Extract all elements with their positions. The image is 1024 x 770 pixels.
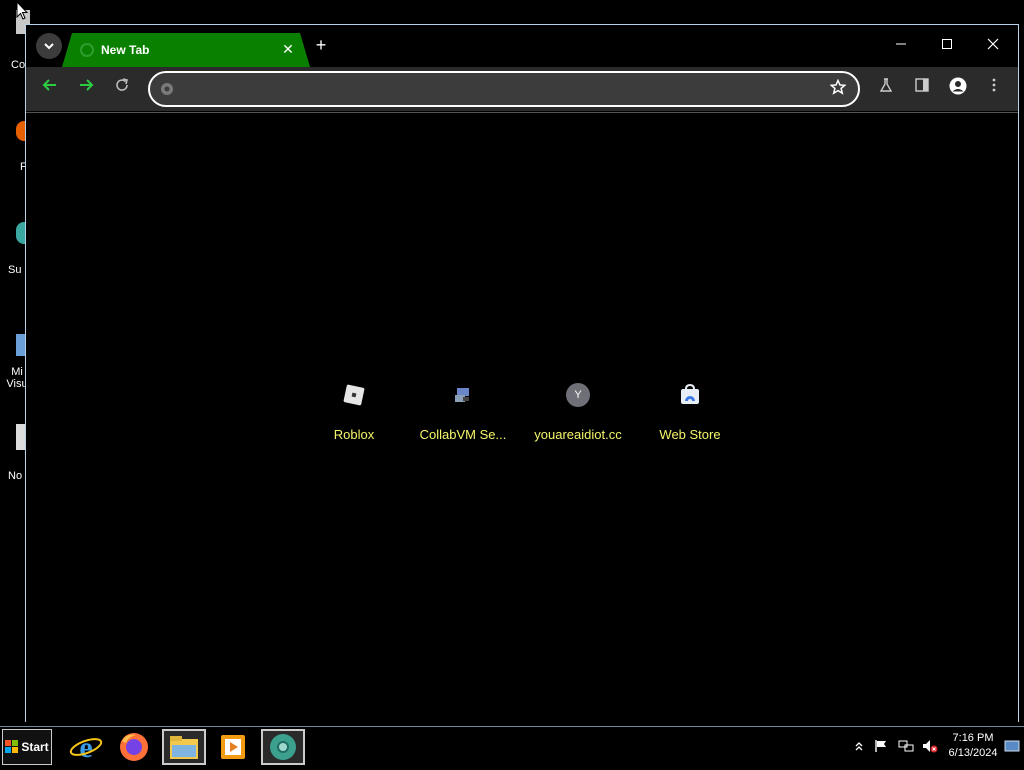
maximize-button[interactable] xyxy=(924,33,970,59)
chrome-favicon-icon xyxy=(80,43,94,57)
side-panel-icon xyxy=(915,78,929,92)
star-icon xyxy=(829,78,847,95)
close-icon: ✕ xyxy=(282,41,294,57)
taskbar-clock[interactable]: 7:16 PM 6/13/2024 xyxy=(942,731,1004,761)
taskbar-media-player[interactable] xyxy=(211,729,255,765)
shortcut-web-store[interactable]: Web Store xyxy=(640,373,740,453)
labs-button[interactable] xyxy=(874,77,898,101)
minimize-icon xyxy=(896,43,906,45)
arrow-left-icon xyxy=(42,79,56,91)
profile-button[interactable] xyxy=(946,77,970,101)
shortcut-label: CollabVM Se... xyxy=(419,427,507,442)
maximize-icon xyxy=(942,39,952,49)
media-player-icon xyxy=(221,735,245,759)
side-panel-button[interactable] xyxy=(910,77,934,101)
avatar-icon xyxy=(949,77,967,95)
internet-explorer-icon: e xyxy=(69,731,103,764)
letter-avatar-icon: Y xyxy=(566,383,590,407)
shortcut-youareaidiot[interactable]: Y youareaidiot.cc xyxy=(528,373,628,453)
shortcut-collabvm[interactable]: CollabVM Se... xyxy=(413,373,513,453)
kebab-menu-icon xyxy=(992,78,996,92)
chrome-logo-icon xyxy=(161,83,173,95)
menu-button[interactable] xyxy=(982,77,1006,101)
tab-search-button[interactable] xyxy=(36,33,62,59)
start-label: Start xyxy=(21,740,49,754)
shortcut-roblox[interactable]: Roblox xyxy=(304,373,404,453)
network-icon[interactable] xyxy=(898,739,914,753)
taskbar-internet-explorer[interactable]: e xyxy=(64,729,108,765)
firefox-icon xyxy=(120,733,148,761)
chevron-down-icon xyxy=(44,43,54,50)
chrome-icon xyxy=(270,734,296,760)
forward-button[interactable] xyxy=(74,77,98,101)
tab-close-button[interactable]: ✕ xyxy=(278,39,298,59)
shortcut-label: Roblox xyxy=(333,427,375,442)
show-desktop-button[interactable] xyxy=(1004,739,1020,753)
taskbar: Start e 7:16 PM 6/13/2024 xyxy=(0,726,1024,768)
title-bar: New Tab ✕ + xyxy=(26,25,1018,67)
new-tab-button[interactable]: + xyxy=(310,35,332,57)
start-button[interactable]: Start xyxy=(2,729,52,765)
volume-muted-icon[interactable] xyxy=(922,739,938,753)
web-store-icon xyxy=(681,383,699,404)
tab-new-tab[interactable]: New Tab ✕ xyxy=(62,33,310,67)
shortcut-label: youareaidiot.cc xyxy=(534,427,622,442)
shortcut-label: Web Store xyxy=(659,427,721,442)
clock-date: 6/13/2024 xyxy=(948,747,998,759)
back-button[interactable] xyxy=(38,77,62,101)
show-hidden-icons-icon[interactable] xyxy=(854,739,864,753)
clock-time: 7:16 PM xyxy=(952,732,994,744)
browser-toolbar xyxy=(26,67,1018,111)
desktop-icon-label: Co xyxy=(11,59,26,71)
plus-icon: + xyxy=(315,35,327,55)
close-icon xyxy=(987,38,999,50)
minimize-button[interactable] xyxy=(878,33,924,59)
taskbar-firefox[interactable] xyxy=(112,729,156,765)
desktop-icon-label: No xyxy=(8,470,23,482)
reload-icon xyxy=(116,78,128,91)
taskbar-file-explorer[interactable] xyxy=(162,729,206,765)
bookmark-star-button[interactable] xyxy=(828,78,848,99)
system-tray: 7:16 PM 6/13/2024 xyxy=(848,727,1024,767)
address-input[interactable] xyxy=(184,79,828,101)
new-tab-page: Roblox CollabVM Se... Y youareaidiot.cc … xyxy=(26,112,1018,723)
roblox-icon xyxy=(343,384,365,406)
avatar-letter: Y xyxy=(574,389,582,401)
flask-icon xyxy=(879,78,893,92)
browser-window: New Tab ✕ + Roblox CollabVM Se... Y youa… xyxy=(25,24,1019,723)
desktop-icon-label: Su xyxy=(8,264,22,276)
file-explorer-icon xyxy=(170,736,198,759)
tab-title: New Tab xyxy=(101,43,150,57)
address-bar[interactable] xyxy=(148,71,860,107)
arrow-right-icon xyxy=(80,79,94,91)
close-window-button[interactable] xyxy=(970,33,1016,59)
svg-text:e: e xyxy=(79,731,92,764)
collabvm-icon xyxy=(455,388,469,402)
reload-button[interactable] xyxy=(110,77,134,101)
taskbar-chrome[interactable] xyxy=(261,729,305,765)
mouse-cursor-icon xyxy=(16,1,28,20)
flag-icon[interactable] xyxy=(874,739,888,753)
windows-logo-icon xyxy=(5,740,19,753)
show-desktop-icon xyxy=(1004,740,1020,752)
